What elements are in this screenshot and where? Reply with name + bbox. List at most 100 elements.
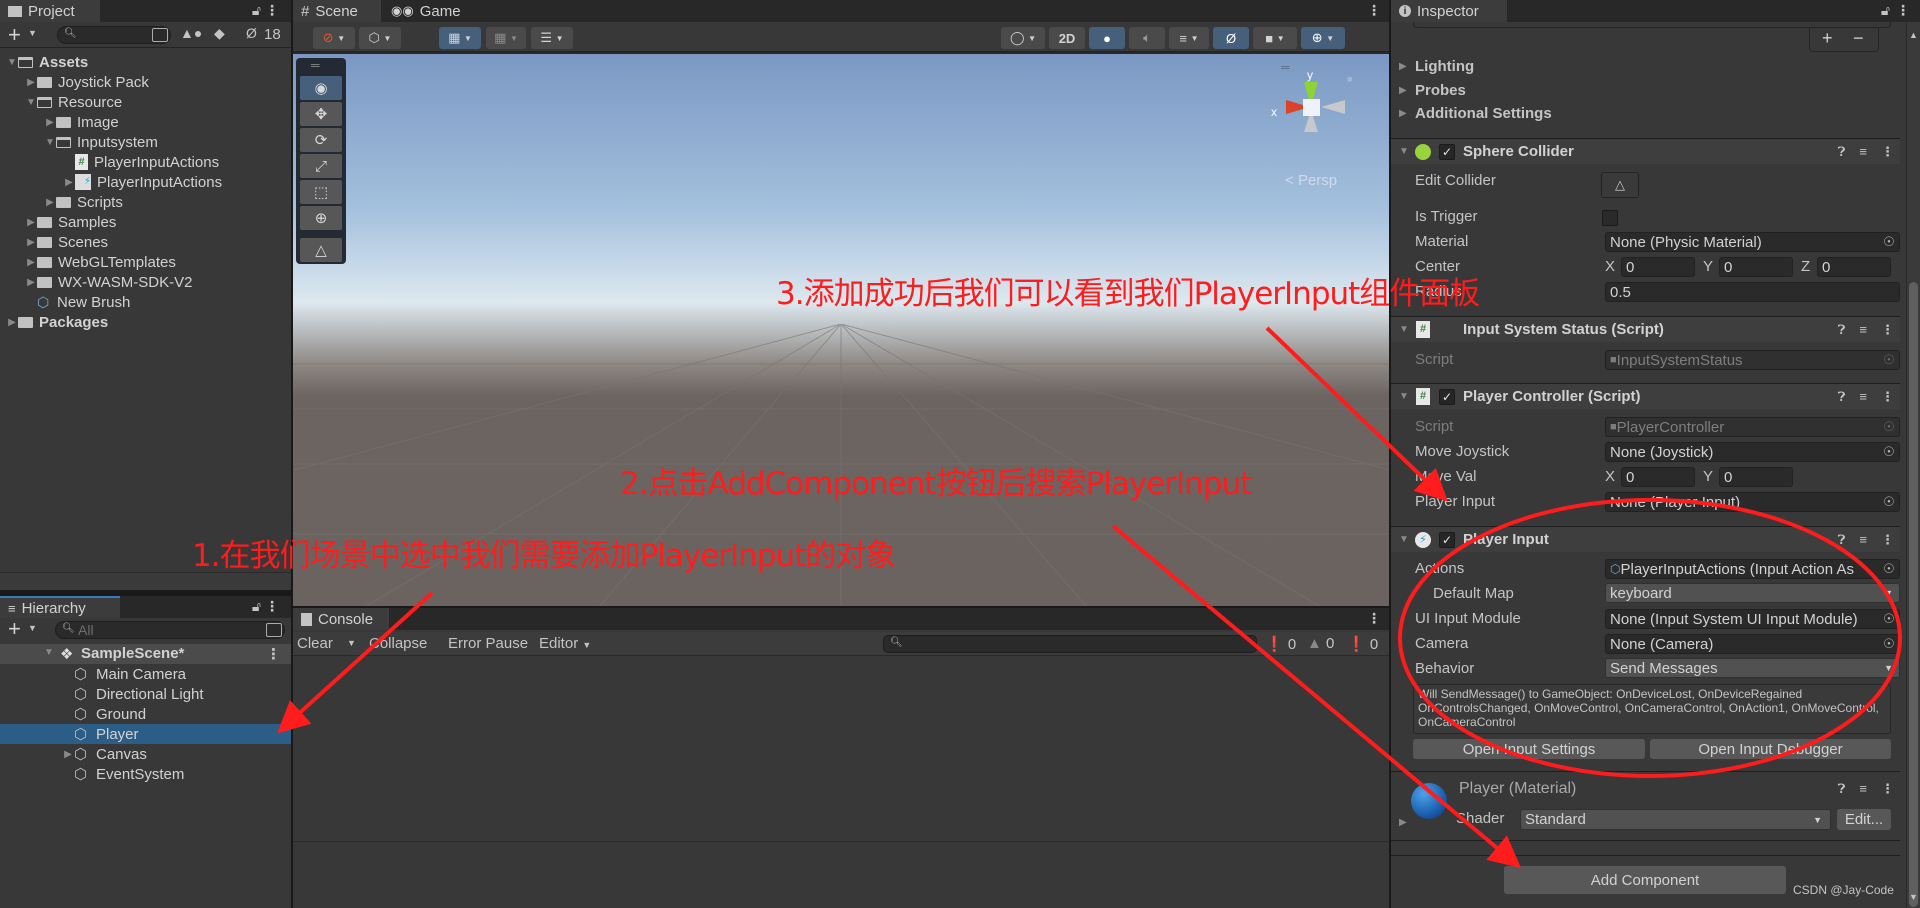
increment-snap-dropdown[interactable]: ☰ ▼ (531, 27, 573, 49)
collapse-triangle-icon[interactable]: ▶ (25, 217, 37, 228)
expand-triangle-icon[interactable]: ▼ (1399, 534, 1409, 545)
edit-collider-button[interactable]: △ (1601, 172, 1639, 198)
sphere-collider-header[interactable]: ▼ ✓ Sphere Collider ❓︎ ≡ ⋮ (1391, 138, 1900, 164)
actions-field[interactable]: ⬡ PlayerInputActions (Input Action As ☉ (1605, 559, 1900, 579)
collapse-triangle-icon[interactable]: ▶ (62, 749, 74, 760)
material-field[interactable]: None (Physic Material) ☉ (1605, 232, 1900, 252)
tool-handle-position-dropdown[interactable]: ⊘ ▼ (313, 27, 355, 49)
collapse-triangle-icon[interactable]: ▶ (25, 77, 37, 88)
project-item[interactable]: ▶ Scenes (0, 232, 291, 252)
project-search-input[interactable]: 🔍︎ (57, 26, 171, 44)
presets-icon[interactable]: ≡ (1859, 532, 1867, 548)
open-input-settings-button[interactable]: Open Input Settings (1413, 739, 1645, 759)
more-options-icon[interactable]: ⋮ (1367, 610, 1381, 627)
rotate-tool-button[interactable]: ⟳ (300, 128, 342, 152)
help-icon[interactable]: ❓︎ (1838, 781, 1846, 797)
tool-handle-rotation-dropdown[interactable]: ⬡ ▼ (359, 27, 401, 49)
mode-2d-toggle[interactable]: 2D (1049, 27, 1085, 49)
expand-triangle-icon[interactable]: ▼ (25, 97, 37, 108)
material-preview-sphere[interactable] (1411, 783, 1447, 819)
component-menu-icon[interactable]: ⋮ (1881, 322, 1894, 338)
camera-section-additional-settings[interactable]: ▶ Additional Settings (1391, 105, 1791, 125)
camera-section-probes[interactable]: ▶ Probes (1391, 82, 1791, 102)
presets-icon[interactable]: ≡ (1859, 781, 1867, 797)
object-picker-icon[interactable]: ☉ (1879, 610, 1899, 628)
expand-triangle-icon[interactable]: ▼ (1399, 324, 1409, 335)
draw-mode-dropdown[interactable]: ◯ ▼ (1001, 27, 1045, 49)
scene-menu-icon[interactable]: ⋮ (266, 645, 281, 663)
project-item[interactable]: ▼ Resource (0, 92, 291, 112)
center-z-field[interactable]: 0 (1817, 257, 1891, 277)
hierarchy-item[interactable]: ▶ ⬡ Canvas (0, 744, 291, 764)
scene-visibility-toggle[interactable]: Ø (1213, 27, 1249, 49)
help-icon[interactable]: ❓︎ (1838, 532, 1846, 548)
move-val-y-field[interactable]: 0 (1719, 467, 1793, 487)
presets-icon[interactable]: ≡ (1859, 389, 1867, 405)
chevron-down-icon[interactable]: ▼ (28, 623, 37, 633)
splitter[interactable] (1389, 0, 1391, 908)
clear-button[interactable]: Clear (297, 635, 333, 652)
hierarchy-item[interactable]: ⬡ Player (0, 724, 291, 744)
scroll-down-icon[interactable]: ▼ (1909, 892, 1918, 902)
move-val-x-field[interactable]: 0 (1621, 467, 1695, 487)
tab-hierarchy[interactable]: ≡ Hierarchy (0, 596, 120, 618)
splitter[interactable] (291, 0, 293, 908)
add-component-button[interactable]: Add Component (1504, 866, 1786, 894)
player-input-enabled-checkbox[interactable]: ✓ (1439, 531, 1455, 548)
project-item[interactable]: ▶ ⚡︎ PlayerInputActions (0, 172, 291, 192)
expand-triangle-icon[interactable]: ▼ (1399, 391, 1409, 402)
more-options-icon[interactable]: ⋮ (265, 2, 279, 19)
collapse-triangle-icon[interactable]: ▶ (25, 257, 37, 268)
collapse-button[interactable]: Collapse (369, 635, 427, 652)
camera-field[interactable]: None (Camera) ☉ (1605, 634, 1900, 654)
default-map-dropdown[interactable]: keyboard ▼ (1605, 583, 1900, 603)
player-input-field[interactable]: None (Player Input) ☉ (1605, 492, 1900, 512)
filter-by-type-icon[interactable]: ▲● (180, 25, 202, 41)
presets-icon[interactable]: ≡ (1859, 322, 1867, 338)
filter-by-label-icon[interactable]: ◆ (214, 25, 225, 42)
project-item[interactable]: ▶ Samples (0, 212, 291, 232)
object-picker-icon[interactable]: ☉ (1879, 443, 1899, 461)
lock-icon[interactable]: 🔓︎ (252, 2, 261, 19)
object-picker-icon[interactable]: ☉ (1879, 560, 1899, 578)
effects-dropdown[interactable]: ≡ ▼ (1169, 27, 1209, 49)
hidden-packages-icon[interactable]: Ø (246, 25, 257, 41)
camera-section-lighting[interactable]: ▶ Lighting (1391, 58, 1791, 78)
project-item[interactable]: ▶ Packages (0, 312, 291, 332)
error-pause-button[interactable]: Error Pause (448, 635, 528, 652)
component-menu-icon[interactable]: ⋮ (1881, 781, 1894, 797)
scene-viewport[interactable]: ═ ◉ ✥ ⟳ ⤢ ⬚ ⊕ △ ═ ■ y x < Persp (293, 54, 1389, 606)
object-picker-icon[interactable]: ☉ (1879, 493, 1899, 511)
camera-settings-dropdown[interactable]: ■ ▼ (1253, 27, 1297, 49)
hierarchy-scene-row[interactable]: ▼ ❖ SampleScene* ⋮ (0, 644, 291, 664)
more-options-icon[interactable]: ⋮ (1367, 2, 1381, 19)
hierarchy-item[interactable]: ⬡ Ground (0, 704, 291, 724)
project-item[interactable]: ▶ WX-WASM-SDK-V2 (0, 272, 291, 292)
center-x-field[interactable]: 0 (1621, 257, 1695, 277)
project-item[interactable]: ▶ Image (0, 112, 291, 132)
player-controller-enabled-checkbox[interactable]: ✓ (1439, 388, 1455, 405)
project-item[interactable]: ▶ WebGLTemplates (0, 252, 291, 272)
object-picker-icon[interactable]: ☉ (1879, 233, 1899, 251)
component-menu-icon[interactable]: ⋮ (1881, 389, 1894, 405)
log-toggle[interactable]: ❗ 0 (1265, 635, 1296, 653)
projection-label[interactable]: < Persp (1285, 172, 1337, 189)
expand-triangle-icon[interactable]: ▶ (1399, 817, 1407, 828)
project-item[interactable]: ▶ Scripts (0, 192, 291, 212)
grid-toggle-button[interactable]: ▦ ▼ (439, 27, 481, 49)
custom-tool-button[interactable]: △ (300, 238, 342, 262)
collapse-triangle-icon[interactable]: ▶ (44, 197, 56, 208)
orientation-gizmo[interactable]: ═ ■ y x < Persp (1263, 60, 1373, 200)
hierarchy-item[interactable]: ⬡ EventSystem (0, 764, 291, 784)
transform-tool-button[interactable]: ⊕ (300, 206, 342, 230)
tab-inspector[interactable]: i Inspector (1391, 0, 1507, 22)
project-item[interactable]: # PlayerInputActions (0, 152, 291, 172)
list-remove-button[interactable]: − (1853, 28, 1864, 49)
drag-handle-icon[interactable]: ═ (311, 58, 320, 72)
collapse-triangle-icon[interactable]: ▶ (6, 317, 18, 328)
input-system-status-header[interactable]: ▼ # Input System Status (Script) ❓︎ ≡ ⋮ (1391, 316, 1900, 342)
audio-toggle[interactable]: 🔈︎ (1129, 27, 1165, 49)
console-search-input[interactable]: 🔍︎ (883, 635, 1257, 653)
open-input-debugger-button[interactable]: Open Input Debugger (1650, 739, 1891, 759)
center-y-field[interactable]: 0 (1719, 257, 1793, 277)
